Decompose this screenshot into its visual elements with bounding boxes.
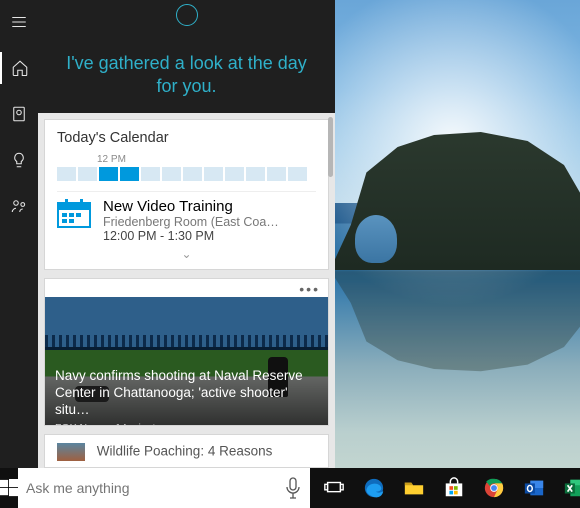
cortana-greeting: I've gathered a look at the day for you. xyxy=(38,34,335,113)
wallpaper-feature xyxy=(355,215,397,263)
rail-menu-button[interactable] xyxy=(0,6,38,38)
timeline-slot xyxy=(99,167,118,181)
task-view-button[interactable] xyxy=(320,474,348,502)
chrome-app-icon[interactable] xyxy=(480,474,508,502)
file-explorer-app-icon[interactable] xyxy=(400,474,428,502)
timeline-hour-label: 12 PM xyxy=(97,154,316,165)
cortana-search-box[interactable] xyxy=(18,468,310,508)
search-input[interactable] xyxy=(26,480,284,496)
news-image: Navy confirms shooting at Naval Reserve … xyxy=(45,297,328,426)
outlook-app-icon[interactable] xyxy=(520,474,548,502)
cortana-ring-icon xyxy=(176,4,198,26)
edge-app-icon[interactable] xyxy=(360,474,388,502)
timeline-slot xyxy=(162,167,181,181)
calendar-card[interactable]: Today's Calendar 12 PM xyxy=(44,119,329,270)
news-age: 14 minutes ago xyxy=(115,422,187,426)
timeline-slot xyxy=(141,167,160,181)
feed-scrollbar[interactable] xyxy=(328,117,333,177)
store-app-icon[interactable] xyxy=(440,474,468,502)
news-source: FOX News xyxy=(55,422,106,426)
excel-app-icon[interactable] xyxy=(560,474,580,502)
timeline-slot xyxy=(246,167,265,181)
event-location: Friedenberg Room (East Coa… xyxy=(103,215,279,229)
news-card-more-button[interactable]: ••• xyxy=(45,279,328,297)
news-card-peek[interactable]: Wildlife Poaching: 4 Reasons xyxy=(44,434,329,468)
rail-home-button[interactable] xyxy=(0,52,38,84)
start-button[interactable] xyxy=(0,468,18,508)
timeline-slot xyxy=(225,167,244,181)
rail-notebook-button[interactable] xyxy=(0,98,38,130)
event-title: New Video Training xyxy=(103,198,279,215)
timeline-slot xyxy=(288,167,307,181)
taskbar-apps xyxy=(310,468,580,508)
cortana-panel: I've gathered a look at the day for you.… xyxy=(0,0,335,468)
calendar-event[interactable]: New Video Training Friedenberg Room (Eas… xyxy=(57,191,316,243)
cortana-header: I've gathered a look at the day for you. xyxy=(38,0,335,113)
news-card[interactable]: ••• Navy confirms shooting at Naval Rese… xyxy=(44,278,329,426)
calendar-timeline xyxy=(57,167,307,181)
timeline-slot xyxy=(57,167,76,181)
cortana-feed[interactable]: Today's Calendar 12 PM xyxy=(38,113,335,468)
rail-insights-button[interactable] xyxy=(0,144,38,176)
calendar-expand-chevron[interactable]: ⌄ xyxy=(57,247,316,261)
timeline-slot xyxy=(120,167,139,181)
microphone-icon[interactable] xyxy=(284,477,302,499)
rail-feedback-button[interactable] xyxy=(0,190,38,222)
taskbar xyxy=(0,468,580,508)
windows-logo-icon xyxy=(0,479,18,497)
news-headline: Navy confirms shooting at Naval Reserve … xyxy=(55,368,318,419)
cortana-rail xyxy=(0,0,38,468)
timeline-slot xyxy=(183,167,202,181)
calendar-card-title: Today's Calendar xyxy=(57,130,316,146)
news-peek-thumb xyxy=(57,443,85,461)
event-time: 12:00 PM - 1:30 PM xyxy=(103,229,279,243)
cortana-content: I've gathered a look at the day for you.… xyxy=(38,0,335,468)
timeline-slot xyxy=(267,167,286,181)
calendar-icon xyxy=(57,198,91,228)
news-peek-title: Wildlife Poaching: 4 Reasons xyxy=(97,443,273,458)
timeline-slot xyxy=(78,167,97,181)
timeline-slot xyxy=(204,167,223,181)
news-meta: FOX News · 14 minutes ago xyxy=(55,422,318,426)
